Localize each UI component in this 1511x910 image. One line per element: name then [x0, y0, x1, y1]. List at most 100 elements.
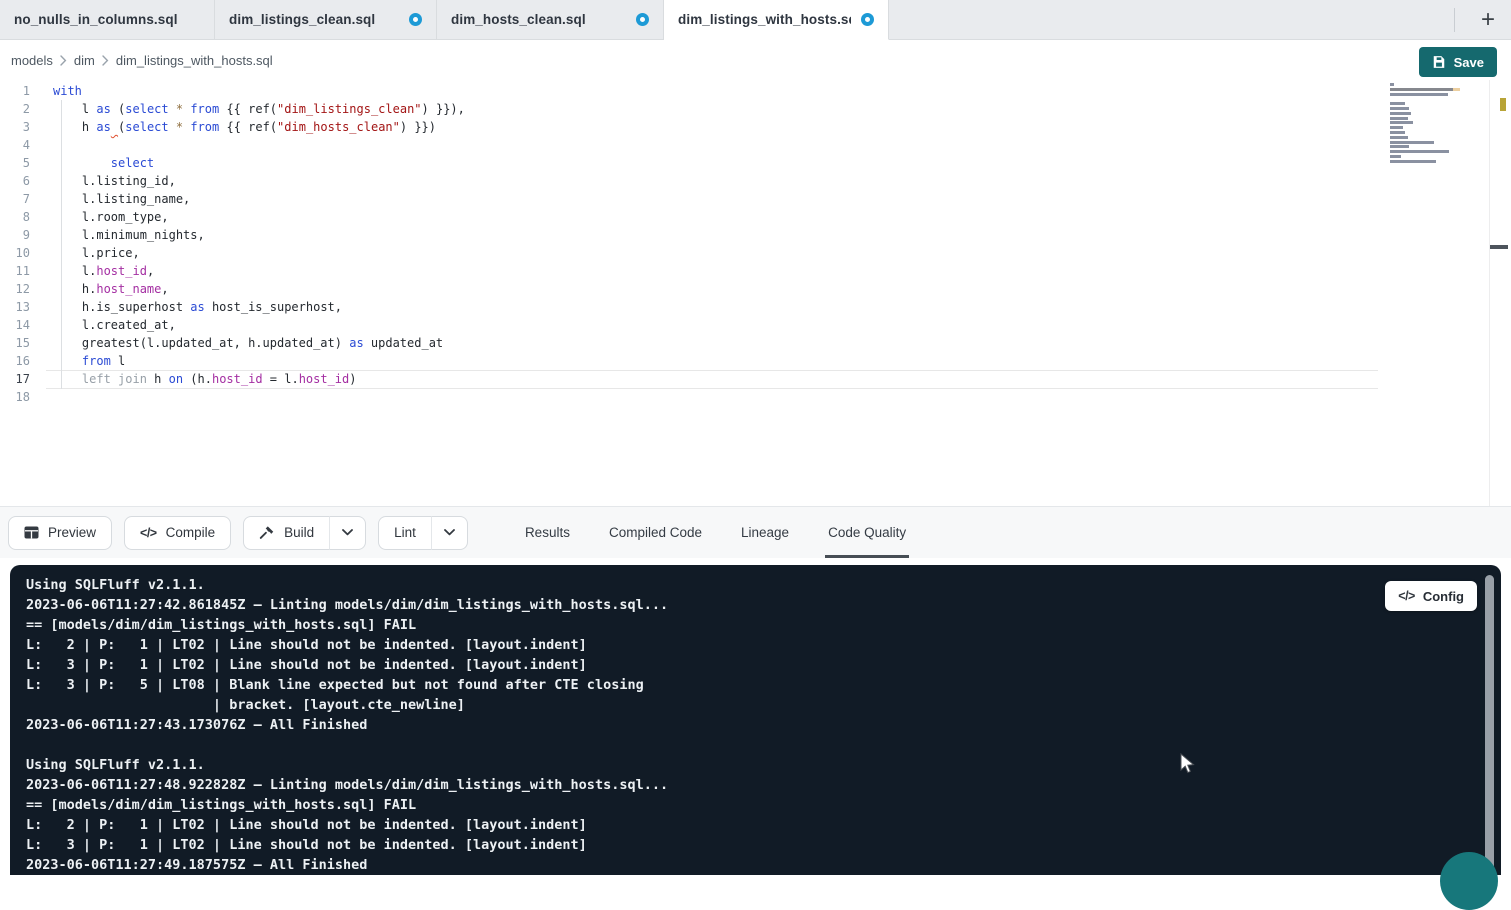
terminal-line: 2023-06-06T11:27:42.861845Z – Linting mo…: [26, 595, 1501, 615]
build-dropdown-button[interactable]: [329, 516, 366, 550]
minimap-line: [1390, 97, 1460, 100]
line-number: 2: [0, 100, 30, 118]
code-icon: </>: [140, 526, 157, 540]
terminal-line: Using SQLFluff v2.1.1.: [26, 575, 1501, 595]
code-line[interactable]: 13 h.is_superhost as host_is_superhost,: [0, 298, 1511, 316]
minimap-line: [1390, 126, 1460, 129]
code-line[interactable]: 5 select: [0, 154, 1511, 172]
chevron-down-icon: [342, 529, 353, 536]
tab-code-quality[interactable]: Code Quality: [825, 507, 909, 558]
minimap-line: [1390, 136, 1460, 139]
editor-tab-3[interactable]: dim_hosts_clean.sql: [437, 0, 664, 40]
terminal-line: 2023-06-06T11:27:49.187575Z – All Finish…: [26, 855, 1501, 875]
line-number: 5: [0, 154, 30, 172]
tab-results[interactable]: Results: [522, 507, 573, 558]
build-button-group: Build: [243, 516, 366, 550]
bottom-panel: Using SQLFluff v2.1.1.2023-06-06T11:27:4…: [0, 558, 1511, 875]
scrollbar-track-border: [1489, 80, 1490, 506]
code-text: l.price,: [53, 244, 140, 262]
code-line[interactable]: 2 l as (select * from {{ ref("dim_listin…: [0, 100, 1511, 118]
code-line[interactable]: 3 h as (select * from {{ ref("dim_hosts_…: [0, 118, 1511, 136]
config-label: Config: [1423, 589, 1464, 604]
code-line[interactable]: 17 left join h on (h.host_id = l.host_id…: [0, 370, 1511, 388]
line-number: 10: [0, 244, 30, 262]
tab-bar: no_nulls_in_columns.sql dim_listings_clea…: [0, 0, 1511, 40]
code-text: h as (select * from {{ ref("dim_hosts_cl…: [53, 118, 436, 136]
code-text: from l: [53, 352, 125, 370]
modified-dot-icon: [861, 13, 874, 26]
editor-tab-1[interactable]: no_nulls_in_columns.sql: [0, 0, 215, 40]
line-number: 13: [0, 298, 30, 316]
minimap-line: [1390, 131, 1460, 134]
code-line[interactable]: 9 l.minimum_nights,: [0, 226, 1511, 244]
tab-lineage[interactable]: Lineage: [738, 507, 792, 558]
code-line[interactable]: 10 l.price,: [0, 244, 1511, 262]
minimap-line: [1390, 150, 1460, 153]
save-button[interactable]: Save: [1419, 47, 1497, 77]
help-fab-button[interactable]: [1440, 852, 1498, 910]
minimap-line: [1390, 145, 1460, 148]
editor-tab-2[interactable]: dim_listings_clean.sql: [215, 0, 437, 40]
table-icon: [24, 526, 39, 539]
line-number: 18: [0, 388, 30, 406]
tab-bar-spacer: +: [889, 0, 1511, 40]
breadcrumb-item[interactable]: models: [11, 53, 53, 68]
save-label: Save: [1454, 55, 1484, 70]
minimap-line: [1390, 155, 1460, 158]
line-number: 15: [0, 334, 30, 352]
lint-dropdown-button[interactable]: [431, 516, 468, 550]
tab-compiled-code[interactable]: Compiled Code: [606, 507, 705, 558]
line-number: 3: [0, 118, 30, 136]
minimap-line: [1390, 83, 1460, 86]
code-line[interactable]: 12 h.host_name,: [0, 280, 1511, 298]
breadcrumb-item[interactable]: dim: [74, 53, 95, 68]
compile-button[interactable]: </> Compile: [124, 516, 231, 550]
overview-ruler-modified-mark: [1500, 98, 1506, 111]
code-editor[interactable]: 1with2 l as (select * from {{ ref("dim_l…: [0, 80, 1511, 506]
code-line[interactable]: 7 l.listing_name,: [0, 190, 1511, 208]
minimap-line: [1390, 107, 1460, 110]
tab-label: dim_hosts_clean.sql: [451, 12, 586, 27]
lint-button[interactable]: Lint: [378, 516, 431, 550]
line-number: 6: [0, 172, 30, 190]
build-button[interactable]: Build: [243, 516, 329, 550]
code-line[interactable]: 1with: [0, 82, 1511, 100]
code-text: select: [53, 154, 154, 172]
breadcrumb: models dim dim_listings_with_hosts.sql: [0, 40, 1511, 80]
tab-label: no_nulls_in_columns.sql: [14, 12, 178, 27]
code-line[interactable]: 11 l.host_id,: [0, 262, 1511, 280]
new-tab-button[interactable]: +: [1471, 3, 1505, 37]
terminal-line: | bracket. [layout.cte_newline]: [26, 695, 1501, 715]
line-number: 11: [0, 262, 30, 280]
code-line[interactable]: 18: [0, 388, 1511, 406]
panel-tabs: Results Compiled Code Lineage Code Quality: [522, 507, 942, 558]
terminal-line: 2023-06-06T11:27:48.922828Z – Linting mo…: [26, 775, 1501, 795]
compile-label: Compile: [166, 525, 216, 540]
config-button[interactable]: </> Config: [1385, 581, 1477, 611]
editor-tab-4[interactable]: dim_listings_with_hosts.sql: [664, 0, 889, 40]
open-file-tabs: no_nulls_in_columns.sql dim_listings_clea…: [0, 0, 889, 40]
code-line[interactable]: 4: [0, 136, 1511, 154]
code-lines: 1with2 l as (select * from {{ ref("dim_l…: [0, 82, 1511, 406]
mouse-cursor: [1180, 753, 1195, 780]
hammer-icon: [259, 525, 275, 541]
code-line[interactable]: 15 greatest(l.updated_at, h.updated_at) …: [0, 334, 1511, 352]
minimap[interactable]: [1390, 83, 1460, 169]
code-line[interactable]: 14 l.created_at,: [0, 316, 1511, 334]
code-text: l.listing_id,: [53, 172, 176, 190]
minimap-line: [1390, 121, 1460, 124]
code-line[interactable]: 8 l.room_type,: [0, 208, 1511, 226]
code-text: l.host_id,: [53, 262, 154, 280]
code-text: l.minimum_nights,: [53, 226, 205, 244]
preview-label: Preview: [48, 525, 96, 540]
modified-dot-icon: [409, 13, 422, 26]
preview-button[interactable]: Preview: [8, 516, 112, 550]
terminal-scrollbar[interactable]: [1485, 575, 1494, 875]
line-number: 7: [0, 190, 30, 208]
code-line[interactable]: 16 from l: [0, 352, 1511, 370]
minimap-slider-mark[interactable]: [1490, 245, 1508, 249]
breadcrumb-item[interactable]: dim_listings_with_hosts.sql: [116, 53, 273, 68]
code-line[interactable]: 6 l.listing_id,: [0, 172, 1511, 190]
code-text: l.listing_name,: [53, 190, 190, 208]
code-text: l.created_at,: [53, 316, 176, 334]
